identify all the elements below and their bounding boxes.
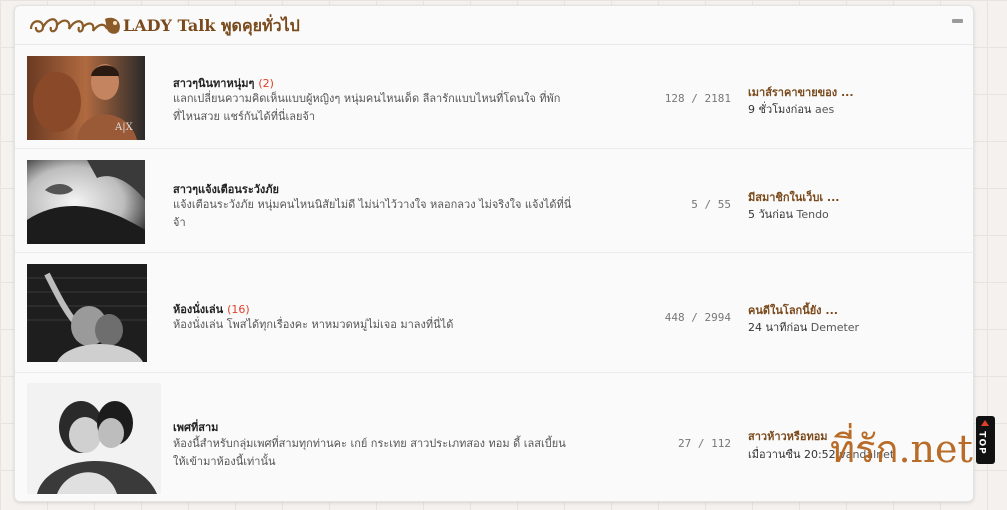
forum-description: ห้องนี้สำหรับกลุ่มเพศที่สามทุกท่านคะ เกย…: [173, 437, 566, 468]
forum-title-link[interactable]: สาวๆแจ้งเตือนระวังภัย: [173, 183, 279, 196]
stats-separator: /: [691, 311, 698, 324]
last-post-meta: เมื่อวานซืน 20:52 vandalnet: [748, 445, 894, 463]
forum-row: A|X สาวๆนินทาหนุ่มๆ (2) แลกเปลี่ยนความคิด…: [15, 44, 973, 149]
forum-stats: 448 / 2994: [611, 311, 731, 324]
forum-row: เพศที่สาม ห้องนี้สำหรับกลุ่มเพศที่สามทุก…: [15, 372, 973, 501]
last-post-meta: 24 นาทีก่อน Demeter: [748, 318, 859, 336]
last-post-title[interactable]: เมาส์ราคาขายของ ...: [748, 83, 854, 101]
forum-thumbnail-man-image[interactable]: A|X: [27, 56, 145, 140]
forum-new-count: (2): [258, 77, 274, 90]
forum-title-link[interactable]: สาวๆนินทาหนุ่มๆ: [173, 77, 254, 90]
forum-title-link[interactable]: เพศที่สาม: [173, 421, 218, 434]
forum-thumbnail-couple-image[interactable]: [27, 264, 147, 362]
last-post-user[interactable]: aes: [815, 103, 834, 116]
last-post-user[interactable]: Demeter: [811, 321, 859, 334]
forum-description: แลกเปลี่ยนความคิดเห็นแบบผู้หญิงๆ หนุ่มคน…: [173, 92, 561, 123]
last-post-time: 9 ชั่วโมงก่อน: [748, 103, 812, 116]
forum-thumbnail-kiss-image[interactable]: [27, 383, 161, 494]
forum-stats: 5 / 55: [611, 198, 731, 211]
category-header: LADY Talk พูดคุยทั่วไป: [15, 6, 973, 45]
up-arrow-icon: [981, 420, 989, 426]
forum-title-link[interactable]: ห้องนั่งเล่น: [173, 303, 223, 316]
stats-separator: /: [704, 198, 712, 211]
post-count: 2181: [704, 92, 732, 105]
last-post-user[interactable]: vandalnet: [839, 448, 894, 461]
topic-count: 448: [664, 311, 685, 324]
last-post-meta: 5 วันก่อน Tendo: [748, 205, 829, 223]
scroll-top-button[interactable]: TOP: [976, 416, 995, 464]
svg-text:A|X: A|X: [114, 122, 134, 133]
forum-stats: 128 / 2181: [611, 92, 731, 105]
last-post-time: 5 วันก่อน: [748, 208, 793, 221]
forum-description: แจ้งเตือนระวังภัย หนุ่มคนไหนนิสัยไม่ดี ไ…: [173, 198, 572, 229]
last-post-user[interactable]: Tendo: [796, 208, 828, 221]
forum-thumbnail-lips-image[interactable]: [27, 160, 145, 244]
topic-count: 5: [691, 198, 698, 211]
last-post-title[interactable]: มีสมาชิกในเว็บเ ...: [748, 188, 839, 206]
post-count: 55: [717, 198, 731, 211]
forum-title[interactable]: เพศที่สาม: [173, 418, 218, 436]
forum-row: สาวๆแจ้งเตือนระวังภัย แจ้งเตือนระวังภัย …: [15, 148, 973, 253]
last-post-title[interactable]: สาวห้าวหรือทอม: [748, 427, 828, 445]
post-count: 112: [711, 437, 731, 450]
category-title[interactable]: LADY Talk พูดคุยทั่วไป: [123, 14, 300, 39]
stats-separator: /: [691, 92, 698, 105]
collapse-minus-icon[interactable]: [952, 19, 963, 23]
forum-description: ห้องนั่งเล่น โพสได้ทุกเรื่องคะ หาหมวดหมู…: [173, 318, 454, 331]
stats-separator: /: [697, 437, 705, 450]
last-post-time: 24 นาทีก่อน: [748, 321, 808, 334]
forum-row: ห้องนั่งเล่น (16) ห้องนั่งเล่น โพสได้ทุกเ…: [15, 252, 973, 373]
last-post-title[interactable]: คนดีในโลกนี้ยัง ...: [748, 301, 838, 319]
forum-new-count: (16): [227, 303, 250, 316]
topic-count: 27: [678, 437, 692, 450]
ornamental-flourish-logo-icon: [29, 17, 120, 34]
topic-count: 128: [664, 92, 685, 105]
forum-stats: 27 / 112: [611, 437, 731, 450]
last-post-meta: 9 ชั่วโมงก่อน aes: [748, 100, 834, 118]
last-post-time: เมื่อวานซืน 20:52: [748, 448, 836, 461]
forum-category-panel: LADY Talk พูดคุยทั่วไป A|X สาวๆนินทาหนุ่…: [14, 5, 974, 502]
top-label: TOP: [976, 431, 987, 455]
post-count: 2994: [704, 311, 732, 324]
